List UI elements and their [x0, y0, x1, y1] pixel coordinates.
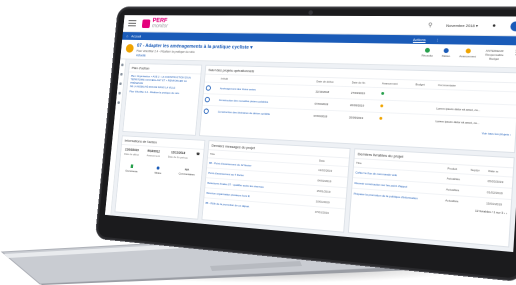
- menu-icon[interactable]: [128, 20, 137, 27]
- project-icon: [205, 85, 212, 91]
- app-screen: PERF monitor ⚲ Novembre 2018 ▾ ● ⌂ Accue…: [104, 15, 516, 253]
- phone-icon[interactable]: ☎: [196, 152, 200, 160]
- rail-home-icon[interactable]: [121, 63, 124, 67]
- logo-mark-icon: [141, 19, 151, 28]
- messages-panel: Derniers messages du projet Titre Date 8…: [201, 140, 351, 233]
- product-shot: PERF monitor ⚲ Novembre 2018 ▾ ● ⌂ Accue…: [0, 0, 516, 285]
- logo-monitor: monitor: [151, 23, 169, 29]
- weather-stat[interactable]: Météo: [154, 166, 162, 175]
- cloud-icon: [156, 166, 160, 170]
- documents-stat[interactable]: Documents: [125, 164, 138, 173]
- project-icon: [203, 108, 209, 114]
- user-icon[interactable]: [510, 20, 516, 31]
- search-icon[interactable]: ⚲: [428, 22, 433, 29]
- tab-secondary[interactable]: ⋮: [435, 37, 439, 43]
- laptop-lid: PERF monitor ⚲ Novembre 2018 ▾ ● ⌂ Accue…: [94, 6, 516, 283]
- breadcrumb-home[interactable]: Accueil: [131, 34, 141, 38]
- action-status-icon: [125, 44, 135, 53]
- progress-icon: [465, 48, 471, 54]
- status-dot: [380, 104, 384, 108]
- info-end: 12/11/2018 Date de fin prévue: [167, 150, 188, 160]
- rail-doc-icon[interactable]: [118, 91, 121, 95]
- chart-icon: [424, 47, 431, 53]
- document-icon: [130, 164, 134, 169]
- notification-icon[interactable]: ●: [492, 23, 496, 29]
- laptop: PERF monitor ⚲ Novembre 2018 ▾ ● ⌂ Accue…: [0, 0, 516, 285]
- logo[interactable]: PERF monitor: [141, 17, 169, 29]
- project-icon: [204, 96, 211, 103]
- messages-table: Titre Date 88 - Point d'avancement du 12…: [203, 150, 349, 220]
- tab-actions[interactable]: Actions: [412, 36, 426, 43]
- rail-list-icon[interactable]: [120, 72, 123, 76]
- home-icon[interactable]: ⌂: [126, 34, 128, 38]
- rail-chart-icon[interactable]: [119, 82, 122, 86]
- status-dot: [381, 91, 385, 95]
- plan-path[interactable]: Plan: Organisation > AXE 2 - LA CONSTRUC…: [127, 72, 200, 90]
- projects-panel: Suivi des projets opérationnels Intitulé…: [199, 64, 516, 154]
- period-select[interactable]: Novembre 2018 ▾: [446, 23, 478, 28]
- weather-button[interactable]: Météo: [442, 48, 451, 58]
- rail-settings-icon[interactable]: [117, 101, 120, 104]
- progress-button[interactable]: Avancement: [459, 48, 476, 58]
- plan-panel: Plan d'action Plan: Organisation > AXE 2…: [122, 62, 203, 136]
- comments-stat[interactable]: N/A Commentaires: [178, 167, 195, 177]
- deliverables-panel: Derniers livrables du projet Titre Produ…: [347, 148, 515, 248]
- header-values: ANTERIEUR Responsable Budget: [485, 48, 504, 61]
- weather-icon: [443, 48, 450, 54]
- info-progress: 99,8/2012 Avancement: [146, 149, 161, 158]
- info-panel: Informations de l'action 21/03/2019 Date …: [114, 135, 206, 220]
- success-button[interactable]: Réussite: [421, 47, 433, 58]
- status-dot: [379, 116, 383, 120]
- info-start: 21/03/2019 Date de début: [123, 147, 140, 157]
